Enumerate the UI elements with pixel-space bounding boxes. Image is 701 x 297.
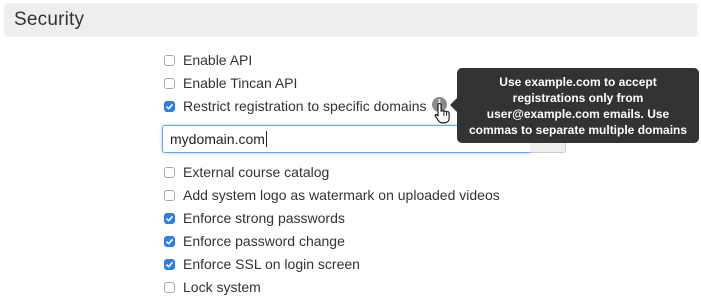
option-label: External course catalog xyxy=(183,164,330,180)
security-settings-page: Security Enable API Enable Tincan API Re… xyxy=(0,0,701,297)
tooltip-line: Use example.com to accept xyxy=(499,75,657,89)
option-label: Enable API xyxy=(183,52,253,68)
option-enable-tincan-api[interactable]: Enable Tincan API xyxy=(164,74,297,92)
option-enforce-strong-passwords[interactable]: Enforce strong passwords xyxy=(164,209,345,227)
option-label: Enforce SSL on login screen xyxy=(183,256,360,272)
checkbox-unchecked[interactable] xyxy=(164,166,175,178)
option-label: Add system logo as watermark on uploaded… xyxy=(183,187,500,203)
checkbox-unchecked[interactable] xyxy=(164,77,175,89)
option-restrict-registration-domains[interactable]: Restrict registration to specific domain… xyxy=(164,97,427,115)
section-title: Security xyxy=(14,9,85,30)
option-label: Lock system xyxy=(183,279,261,295)
checkbox-checked[interactable] xyxy=(164,100,175,112)
checkbox-unchecked[interactable] xyxy=(164,189,175,201)
option-external-course-catalog[interactable]: External course catalog xyxy=(164,163,329,181)
hand-pointer-cursor-icon xyxy=(434,102,450,124)
option-label: Enforce strong passwords xyxy=(183,210,345,226)
option-enforce-password-change[interactable]: Enforce password change xyxy=(164,232,345,250)
checkbox-checked[interactable] xyxy=(164,235,175,247)
tooltip-line: user@example.com emails. Use xyxy=(486,107,670,121)
domains-help-tooltip: Use example.com to accept registrations … xyxy=(457,68,699,143)
option-enable-api[interactable]: Enable API xyxy=(164,51,252,69)
option-lock-system[interactable]: Lock system xyxy=(164,278,261,296)
domain-input-value[interactable]: mydomain.com xyxy=(170,131,265,147)
checkbox-checked[interactable] xyxy=(164,258,175,270)
checkbox-checked[interactable] xyxy=(164,212,175,224)
option-label: Restrict registration to specific domain… xyxy=(183,98,427,114)
checkbox-unchecked[interactable] xyxy=(164,54,175,66)
section-header: Security xyxy=(4,3,697,37)
text-caret xyxy=(265,131,267,147)
checkbox-unchecked[interactable] xyxy=(164,281,175,293)
option-label: Enable Tincan API xyxy=(183,75,298,91)
option-enforce-ssl-login[interactable]: Enforce SSL on login screen xyxy=(164,255,360,273)
option-label: Enforce password change xyxy=(183,233,345,249)
tooltip-line: registrations only from xyxy=(512,91,644,105)
tooltip-line: commas to separate multiple domains xyxy=(468,123,688,137)
option-system-logo-watermark[interactable]: Add system logo as watermark on uploaded… xyxy=(164,186,500,204)
